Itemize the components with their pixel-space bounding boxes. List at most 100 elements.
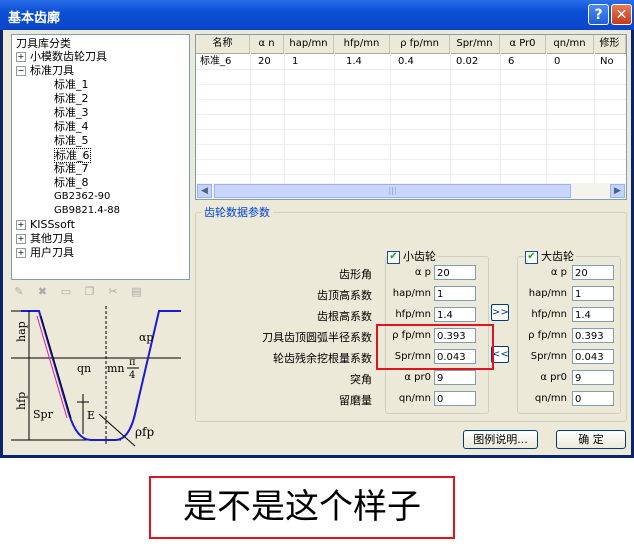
tree-item-other[interactable]: + 其他刀具 — [16, 232, 74, 245]
edit-icon[interactable]: ✎ — [11, 285, 27, 299]
sym-alpha-p: α p — [414, 267, 431, 278]
tree-item-standard-4[interactable]: 标准_4 — [54, 120, 89, 133]
horizontal-scrollbar[interactable]: ◀ ||| ▶ — [196, 183, 626, 199]
spr-label: Spr — [33, 408, 54, 421]
small-alpha-p-input[interactable]: 20 — [434, 265, 476, 280]
tree-item-standard-6[interactable]: 标准_6 — [54, 148, 91, 163]
large-alpha-p-input[interactable]: 20 — [572, 265, 614, 280]
sym-qn-large: qn/mn — [534, 393, 567, 404]
tree-item-standard-3[interactable]: 标准_3 — [54, 106, 89, 119]
large-hfp-input[interactable]: 1.4 — [572, 307, 614, 322]
sym-hfp: hfp/mn — [395, 309, 431, 320]
tree-item-standard-8[interactable]: 标准_8 — [54, 176, 89, 189]
dialog-client: 刀具库分类 + 小模数齿轮刀具 − 标准刀具 标准_1 标准_2 标准_3 标准_4… — [3, 30, 631, 455]
col-alpha-n[interactable]: α n — [250, 35, 284, 53]
small-hap-input[interactable]: 1 — [434, 286, 476, 301]
gear-params-title: 齿轮数据参数 — [201, 204, 273, 220]
help-button[interactable]: ? — [588, 4, 609, 25]
cut-icon[interactable]: ✂ — [105, 285, 121, 299]
title-bar[interactable]: 基本齿廓 ? ✕ — [0, 0, 634, 30]
tree-item-standard-2[interactable]: 标准_2 — [54, 92, 89, 105]
dialog-window: 基本齿廓 ? ✕ 刀具库分类 + 小模数齿轮刀具 − 标准刀具 标准_1 标准_2 … — [0, 0, 634, 458]
cutter-data-table[interactable]: 名称 α n hap/mn hfp/mn ρ fp/mn Spr/mn α Pr… — [195, 34, 627, 200]
sym-alpha-p-large: α p — [550, 267, 567, 278]
ok-button[interactable]: 确 定 — [556, 430, 626, 449]
label-addendum: 齿顶高系数 — [317, 289, 372, 302]
tooth-profile-diagram: hap hfp Spr E qn mn π 4 αp ρfp — [11, 306, 181, 447]
checkmark-icon[interactable]: ✔ — [387, 250, 400, 264]
rename-icon[interactable]: ▭ — [58, 285, 74, 299]
col-spr[interactable]: Spr/mn — [450, 35, 500, 53]
scroll-thumb[interactable]: ||| — [214, 184, 571, 198]
tree-item-kisssoft[interactable]: + KISSsoft — [16, 218, 75, 231]
large-rho-fp-input[interactable]: 0.393 — [572, 328, 614, 343]
col-alpha-pr0[interactable]: α Pr0 — [500, 35, 546, 53]
table-header: 名称 α n hap/mn hfp/mn ρ fp/mn Spr/mn α Pr… — [196, 35, 626, 54]
table-row[interactable]: 标准_6 20 1 1.4 0.4 0.02 6 0 No — [196, 54, 626, 69]
legend-button[interactable]: 图例说明... — [463, 430, 538, 449]
col-modify[interactable]: 修形 — [594, 35, 626, 53]
small-alpha-pr0-input[interactable]: 9 — [434, 370, 476, 385]
tree-item-standard-1[interactable]: 标准_1 — [54, 78, 89, 91]
cell-qn: 0 — [554, 56, 561, 67]
small-qn-input[interactable]: 0 — [434, 391, 476, 406]
delete-icon[interactable]: ✖ — [35, 285, 51, 299]
large-alpha-pr0-input[interactable]: 9 — [572, 370, 614, 385]
sym-rho-fp-large: ρ fp/mn — [528, 330, 567, 341]
label-dedendum: 齿根高系数 — [317, 310, 372, 323]
highlight-box — [376, 324, 494, 370]
cell-spr: 0.02 — [456, 56, 479, 67]
expand-icon[interactable]: + — [16, 248, 26, 258]
tree-item-standard[interactable]: − 标准刀具 — [16, 64, 74, 77]
tree-toolbar: ✎ ✖ ▭ ❐ ✂ ▤ — [11, 285, 188, 301]
tree-item-standard-7[interactable]: 标准_7 — [54, 162, 89, 175]
qn-label: qn — [77, 362, 91, 375]
cell-alpha-pr0: 6 — [508, 56, 515, 67]
paste-icon[interactable]: ▤ — [129, 285, 145, 299]
tree-item-gb2362[interactable]: GB2362-90 — [54, 190, 110, 203]
collapse-icon[interactable]: − — [16, 66, 26, 76]
hap-label: hap — [15, 321, 28, 342]
col-hfp[interactable]: hfp/mn — [334, 35, 390, 53]
rho-fp-label: ρfp — [135, 425, 154, 439]
sym-hfp-large: hfp/mn — [531, 309, 567, 320]
label-tip-radius: 刀具齿顶圆弧半径系数 — [262, 331, 372, 344]
close-button[interactable]: ✕ — [611, 4, 632, 25]
tree-item-standard-5[interactable]: 标准_5 — [54, 134, 89, 147]
col-qn[interactable]: qn/mn — [546, 35, 594, 53]
scroll-left-icon[interactable]: ◀ — [197, 184, 212, 198]
col-name[interactable]: 名称 — [196, 35, 250, 53]
tree-root[interactable]: 刀具库分类 — [16, 37, 71, 50]
large-spr-input[interactable]: 0.043 — [572, 349, 614, 364]
tree-item-gb9821[interactable]: GB9821.4-88 — [54, 204, 120, 217]
copy-icon[interactable]: ❐ — [82, 285, 98, 299]
cell-rho-fp: 0.4 — [398, 56, 414, 67]
checkmark-icon[interactable]: ✔ — [525, 250, 538, 264]
small-gear-checkbox[interactable]: ✔ 小齿轮 — [387, 248, 438, 264]
hfp-label: hfp — [15, 392, 28, 410]
tree-item-small-module[interactable]: + 小模数齿轮刀具 — [16, 50, 107, 63]
expand-icon[interactable]: + — [16, 220, 26, 230]
four-label: 4 — [129, 370, 135, 381]
expand-icon[interactable]: + — [16, 234, 26, 244]
large-qn-input[interactable]: 0 — [572, 391, 614, 406]
caption-text: 是不是这个样子 — [149, 476, 455, 539]
small-hfp-input[interactable]: 1.4 — [434, 307, 476, 322]
large-gear-checkbox[interactable]: ✔ 大齿轮 — [525, 248, 576, 264]
sym-hap-large: hap/mn — [528, 288, 567, 299]
window-title: 基本齿廓 — [8, 11, 61, 26]
col-hap[interactable]: hap/mn — [284, 35, 334, 53]
label-undercut: 轮齿残余挖根量系数 — [273, 352, 372, 365]
col-rho-fp[interactable]: ρ fp/mn — [390, 35, 450, 53]
large-hap-input[interactable]: 1 — [572, 286, 614, 301]
tree-item-user[interactable]: + 用户刀具 — [16, 246, 74, 259]
copy-to-large-button[interactable]: >> — [491, 304, 509, 321]
mn-label: mn — [107, 362, 125, 375]
label-pressure-angle: 齿形角 — [339, 268, 372, 281]
tool-library-tree[interactable]: 刀具库分类 + 小模数齿轮刀具 − 标准刀具 标准_1 标准_2 标准_3 标准_4… — [11, 34, 190, 280]
label-protuberance: 突角 — [350, 373, 372, 386]
scroll-right-icon[interactable]: ▶ — [610, 184, 625, 198]
label-grinding-stock: 留磨量 — [339, 394, 372, 407]
cell-modify: No — [600, 56, 614, 67]
expand-icon[interactable]: + — [16, 52, 26, 62]
